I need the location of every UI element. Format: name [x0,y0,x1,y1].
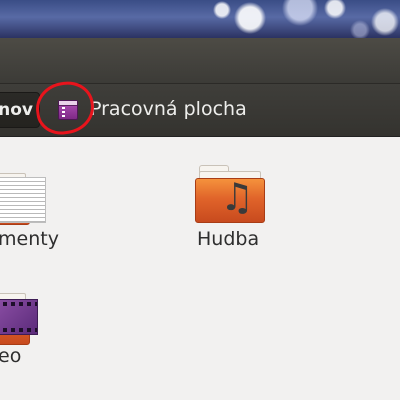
path-button-current-label: Pracovná plocha [90,98,247,120]
path-button-current[interactable]: Pracovná plocha [48,92,268,128]
path-button-previous[interactable]: nov [0,92,40,128]
music-note-icon: ♫ [219,175,255,219]
music-folder-icon: ♫ [195,165,265,223]
desktop-wallpaper [0,0,400,38]
file-item-label: Hudba [197,228,260,250]
file-item-documents[interactable]: menty [0,137,120,257]
path-button-previous-label: nov [0,100,33,120]
desktop-folder-icon [58,100,78,120]
file-item-music[interactable]: ♫ Hudba [180,137,290,257]
window-titlebar[interactable] [0,38,400,84]
documents-emblem-icon [0,177,46,223]
path-bar: nov Pracovná plocha [0,84,400,137]
file-view: menty ♫ Hudba eo [0,137,400,400]
film-strip-icon [0,299,38,335]
file-item-label: eo [0,345,22,367]
file-item-label: menty [0,228,59,250]
file-item-videos[interactable]: eo [0,277,120,397]
